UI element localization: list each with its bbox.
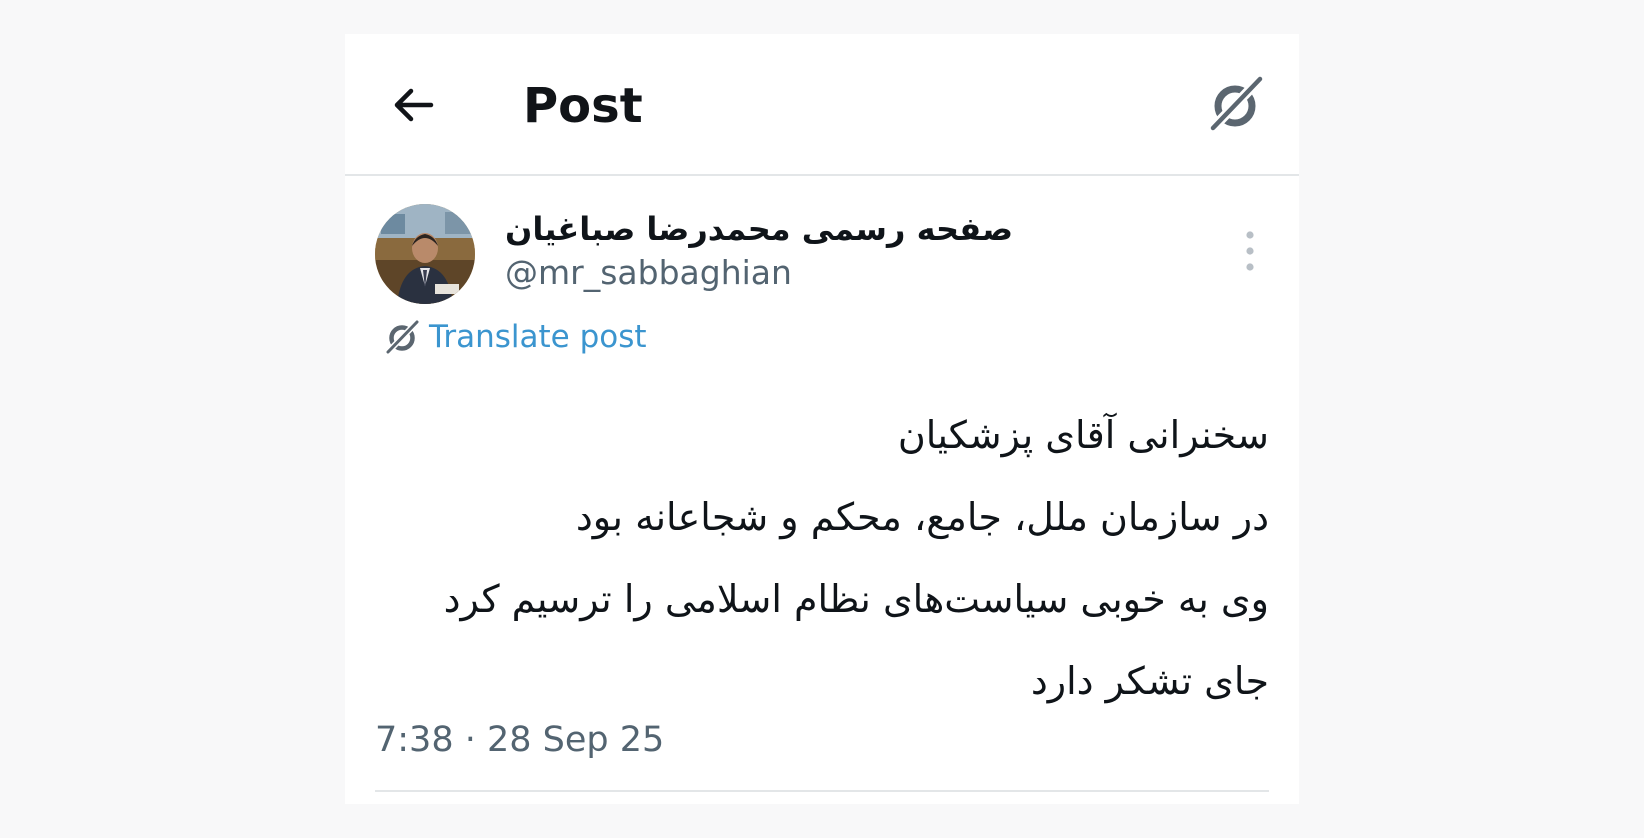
post-text: سخنرانی آقای پزشکیان در سازمان ملل، جامع… <box>375 394 1269 722</box>
page-title: Post <box>523 78 643 134</box>
divider <box>375 790 1269 792</box>
grok-icon[interactable] <box>1205 72 1269 136</box>
top-bar: Post <box>345 34 1299 176</box>
post-text-line: در سازمان ملل، جامع، محکم و شجاعانه بود <box>575 495 1269 539</box>
avatar[interactable] <box>375 204 475 304</box>
avatar-photo <box>375 204 475 304</box>
post-text-line: وی به خوبی سیاست‌های نظام اسلامی را ترسی… <box>443 577 1269 621</box>
post-text-line: جای تشکر دارد <box>1030 659 1269 703</box>
post-text-line: سخنرانی آقای پزشکیان <box>897 413 1269 457</box>
more-vertical-icon[interactable] <box>1243 226 1257 276</box>
post-timestamp[interactable]: 7:38 · 28 Sep 25 <box>375 718 664 762</box>
arrow-left-icon[interactable] <box>389 80 439 130</box>
author-handle[interactable]: @mr_sabbaghian <box>505 252 792 294</box>
translate-post-label: Translate post <box>429 319 647 355</box>
post-card: Post صفحه رسمی محمدرضا صباغیان @mr_sabba… <box>345 34 1299 804</box>
author-display-name[interactable]: صفحه رسمی محمدرضا صباغیان <box>505 208 1085 250</box>
grok-icon <box>384 318 421 356</box>
translate-post-link[interactable]: Translate post <box>383 314 647 360</box>
